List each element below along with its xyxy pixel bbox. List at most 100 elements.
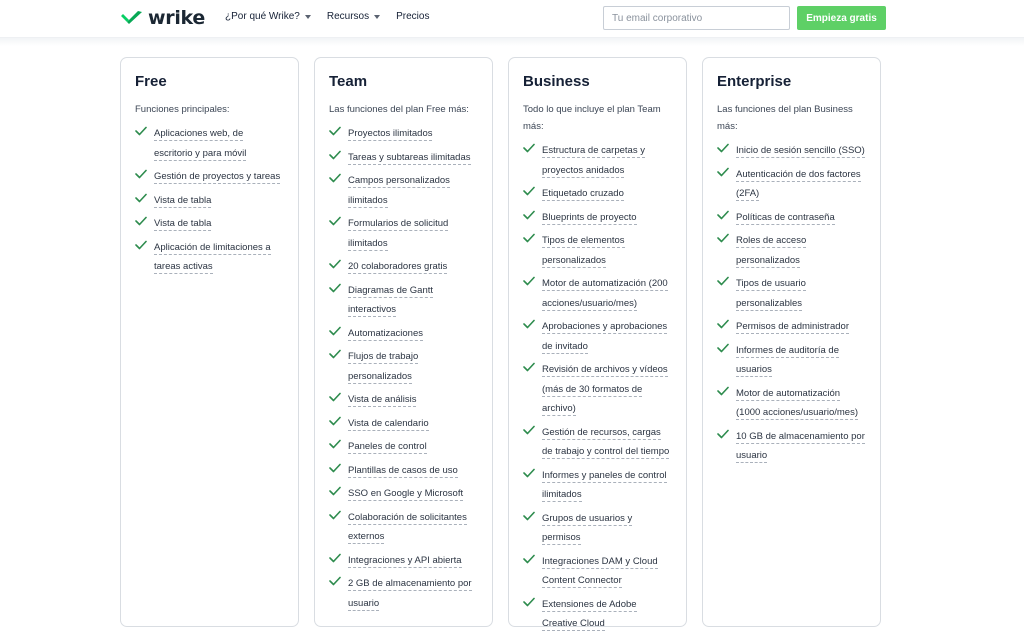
feature-label[interactable]: Vista de calendario: [348, 417, 429, 431]
feature-label[interactable]: Plantillas de casos de uso: [348, 464, 458, 478]
feature-text: Vista de tabla: [154, 190, 284, 210]
check-icon: [329, 173, 341, 183]
feature-item: Colaboración de solicitantes externos: [329, 507, 478, 546]
check-icon: [717, 143, 729, 153]
feature-label[interactable]: Informes de auditoría de usuarios: [736, 344, 839, 377]
nav-resources-label: Recursos: [326, 11, 370, 22]
feature-label[interactable]: Gestión de proyectos y tareas: [154, 171, 281, 184]
feature-label[interactable]: Políticas de contraseña: [736, 211, 835, 225]
feature-text: SSO en Google y Microsoft: [348, 483, 478, 503]
nav-pricing[interactable]: Precios: [396, 11, 429, 22]
chevron-down-icon: [374, 14, 381, 19]
feature-label[interactable]: Automatizaciones: [348, 327, 423, 341]
feature-text: Extensiones de Adobe Creative Cloud: [542, 594, 672, 633]
feature-item: Plantillas de casos de uso: [329, 460, 478, 480]
feature-item: Roles de acceso personalizados: [717, 230, 866, 269]
plan-subtitle: Todo lo que incluye el plan Team más:: [523, 104, 661, 132]
plan-card-business: Business Todo lo que incluye el plan Team…: [508, 57, 687, 631]
feature-label[interactable]: Autenticación de dos factores (2FA): [736, 168, 861, 201]
feature-label[interactable]: Vista de tabla: [154, 194, 212, 208]
feature-label[interactable]: Grupos de usuarios y permisos: [542, 512, 633, 545]
feature-label[interactable]: Formularios de solicitud ilimitados: [348, 218, 449, 251]
feature-item: Inicio de sesión sencillo (SSO): [717, 140, 866, 160]
plan-subtitle: Las funciones del plan Free más:: [329, 104, 469, 115]
feature-label[interactable]: Motor de automatización (1000 acciones/u…: [736, 387, 858, 420]
feature-label[interactable]: Inicio de sesión sencillo (SSO): [736, 145, 865, 158]
plan-subtitle: Las funciones del plan Business más:: [717, 104, 853, 132]
feature-item: 20 colaboradores gratis: [329, 256, 478, 276]
feature-text: Paneles de control: [348, 436, 478, 456]
feature-label[interactable]: Extensiones de Adobe Creative Cloud: [542, 598, 637, 631]
feature-label[interactable]: Blueprints de proyecto: [542, 211, 637, 225]
feature-text: Flujos de trabajo personalizados: [348, 346, 478, 385]
feature-label[interactable]: Revisión de archivos y vídeos (más de 30…: [542, 364, 668, 416]
feature-label[interactable]: Tareas y subtareas ilimitadas: [348, 151, 471, 165]
check-icon: [135, 240, 147, 249]
feature-label[interactable]: Colaboración de solicitantes externos: [348, 511, 467, 544]
feature-item: Aplicaciones web, de escritorio y para m…: [135, 123, 284, 162]
email-input[interactable]: [603, 6, 790, 30]
feature-text: Revisión de archivos y vídeos (más de 30…: [542, 359, 672, 418]
check-icon: [329, 259, 341, 269]
feature-label[interactable]: SSO en Google y Microsoft: [348, 488, 464, 501]
feature-label[interactable]: Aplicación de limitaciones a tareas acti…: [154, 241, 271, 274]
check-icon: [135, 126, 147, 136]
check-icon: [329, 326, 341, 335]
feature-text: Tipos de usuario personalizables: [736, 273, 866, 312]
feature-text: Plantillas de casos de uso: [348, 460, 478, 480]
nav-resources[interactable]: Recursos: [326, 11, 381, 22]
feature-label[interactable]: Diagramas de Gantt interactivos: [348, 284, 434, 317]
feature-label[interactable]: Aprobaciones y aprobaciones de invitado: [542, 321, 668, 354]
check-icon: [329, 126, 341, 136]
feature-item: Motor de automatización (200 acciones/us…: [523, 273, 672, 312]
feature-list: Aplicaciones web, de escritorio y para m…: [135, 123, 284, 276]
feature-label[interactable]: Proyectos ilimitados: [348, 128, 433, 141]
check-icon: [135, 193, 147, 202]
feature-label[interactable]: Campos personalizados ilimitados: [348, 175, 450, 208]
feature-label[interactable]: Tipos de usuario personalizables: [736, 278, 806, 311]
feature-list: Inicio de sesión sencillo (SSO) Autentica…: [717, 140, 866, 465]
feature-label[interactable]: Paneles de control: [348, 441, 427, 454]
feature-label[interactable]: 10 GB de almacenamiento por usuario: [736, 430, 865, 463]
feature-label[interactable]: Vista de tabla: [154, 218, 212, 231]
feature-label[interactable]: 2 GB de almacenamiento por usuario: [348, 578, 472, 611]
feature-label[interactable]: Informes y paneles de control ilimitados: [542, 469, 667, 502]
feature-label[interactable]: Tipos de elementos personalizados: [542, 235, 625, 268]
feature-label[interactable]: Flujos de trabajo personalizados: [348, 351, 419, 384]
feature-item: Vista de calendario: [329, 413, 478, 433]
check-icon: [523, 210, 535, 219]
feature-label[interactable]: Etiquetado cruzado: [542, 188, 624, 201]
feature-label[interactable]: Gestión de recursos, cargas de trabajo y…: [542, 426, 670, 459]
feature-label[interactable]: Aplicaciones web, de escritorio y para m…: [154, 128, 247, 161]
check-icon: [523, 425, 535, 434]
feature-label[interactable]: 20 colaboradores gratis: [348, 261, 448, 274]
feature-text: Tipos de elementos personalizados: [542, 230, 672, 269]
feature-label[interactable]: Integraciones y API abierta: [348, 554, 462, 568]
check-icon: [329, 553, 341, 562]
nav-why-wrike[interactable]: ¿Por qué Wrike?: [225, 11, 311, 22]
feature-item: Vista de análisis: [329, 389, 478, 409]
feature-text: Aplicaciones web, de escritorio y para m…: [154, 123, 284, 162]
feature-label[interactable]: Vista de análisis: [348, 394, 417, 407]
plan-title: Business: [523, 73, 590, 90]
feature-text: Estructura de carpetas y proyectos anida…: [542, 140, 672, 179]
start-free-button[interactable]: Empieza gratis: [797, 6, 886, 30]
feature-text: Aplicación de limitaciones a tareas acti…: [154, 237, 284, 276]
feature-text: Roles de acceso personalizados: [736, 230, 866, 269]
wrike-check-logo-icon: [121, 11, 142, 24]
check-icon: [523, 319, 535, 329]
feature-label[interactable]: Integraciones DAM y Cloud Content Connec…: [542, 555, 658, 588]
check-icon: [717, 276, 729, 286]
feature-item: Grupos de usuarios y permisos: [523, 508, 672, 547]
feature-label[interactable]: Roles de acceso personalizados: [736, 235, 807, 268]
feature-label[interactable]: Motor de automatización (200 acciones/us…: [542, 278, 668, 311]
feature-text: Gestión de proyectos y tareas: [154, 166, 284, 186]
feature-item: Informes y paneles de control ilimitados: [523, 465, 672, 504]
feature-item: Informes de auditoría de usuarios: [717, 340, 866, 379]
feature-label[interactable]: Estructura de carpetas y proyectos anida…: [542, 145, 645, 178]
feature-text: 2 GB de almacenamiento por usuario: [348, 573, 478, 612]
feature-label[interactable]: Permisos de administrador: [736, 321, 849, 334]
check-icon: [523, 276, 535, 286]
wrike-logo[interactable]: wrike: [120, 7, 205, 29]
feature-text: Automatizaciones: [348, 323, 478, 343]
